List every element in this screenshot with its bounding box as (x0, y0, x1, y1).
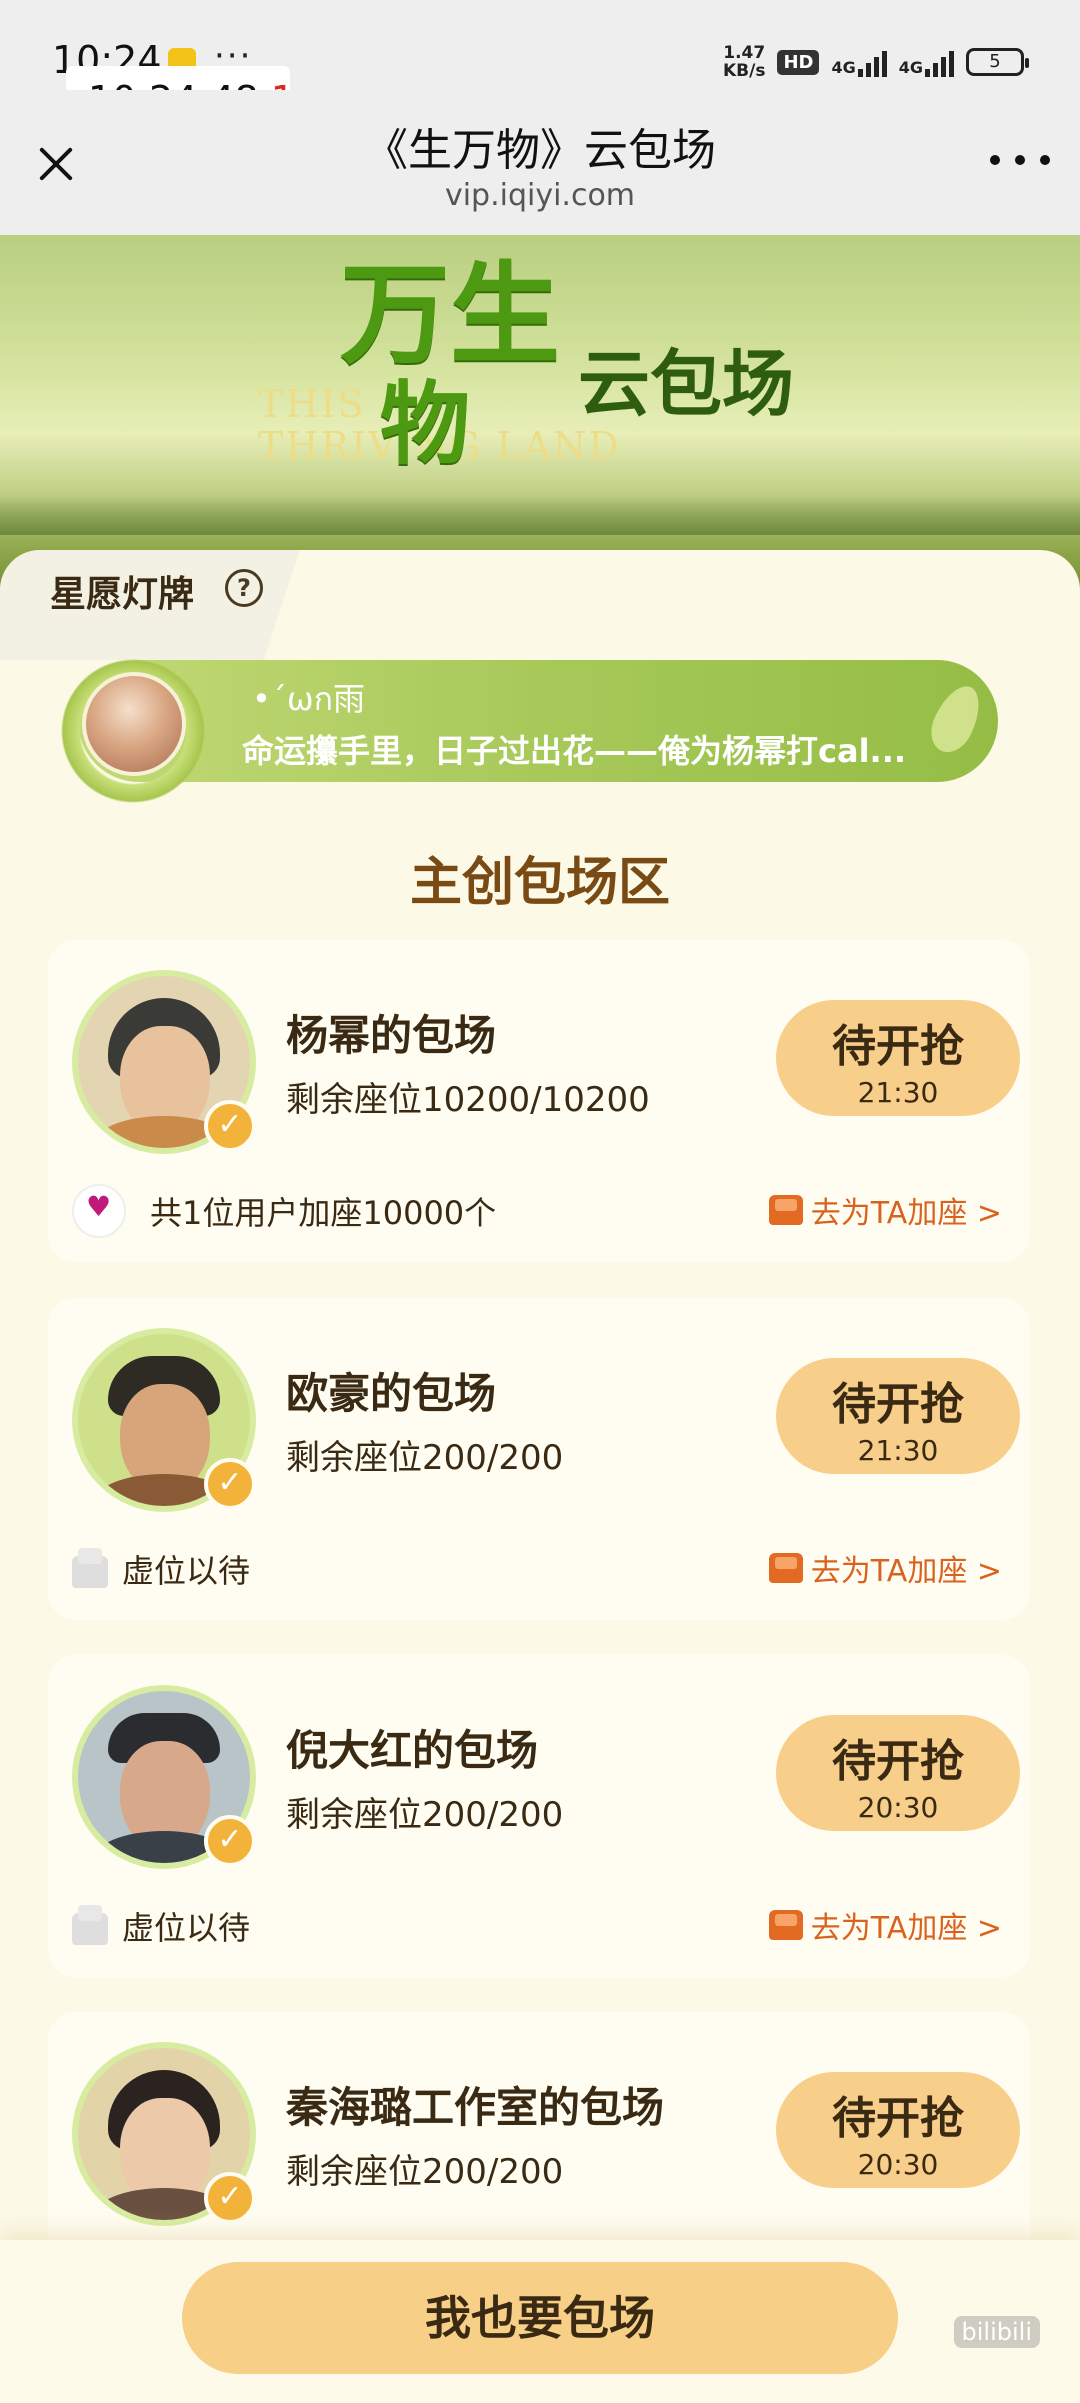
seat-icon (768, 1553, 803, 1583)
watermark: bilibili (953, 2316, 1040, 2348)
card-seats: 剩余座位200/200 (286, 1438, 564, 1478)
card-footer-text: 虚位以待 (122, 1552, 251, 1590)
grab-label: 待开抢 (832, 1736, 964, 1787)
grab-label: 待开抢 (832, 1379, 964, 1430)
status-icons: 1.47 KB/s HD 4G 4G 5 (723, 44, 1029, 80)
verified-badge-icon: ✓ (204, 1458, 256, 1510)
signal-icon-2: 4G (899, 47, 954, 77)
wish-avatar (82, 672, 186, 776)
grab-label: 待开抢 (832, 2093, 964, 2144)
signal-icon: 4G (831, 47, 887, 77)
card-seats: 剩余座位10200/10200 (286, 1080, 650, 1120)
add-seat-link[interactable]: 去为TA加座 > (768, 1188, 1002, 1232)
card-title: 杨幂的包场 (286, 1011, 497, 1060)
add-seat-link[interactable]: 去为TA加座 > (768, 1903, 1002, 1947)
more-menu-icon[interactable] (990, 150, 1050, 170)
card-footer-text: 共1位用户加座10000个 (150, 1194, 497, 1232)
banner-field (0, 495, 1080, 535)
sponsor-logo-icon (72, 1184, 126, 1238)
page-title: 《生万物》云包场 (364, 125, 716, 176)
grab-label: 待开抢 (832, 1021, 964, 1072)
grab-button[interactable]: 待开抢 21:30 (776, 1000, 1020, 1116)
signal-label-2: 4G (898, 58, 923, 77)
add-seat-label: 去为TA加座 > (810, 1554, 1002, 1589)
card-seats: 剩余座位200/200 (286, 2152, 564, 2192)
card-title: 欧豪的包场 (286, 1369, 497, 1418)
booking-card: ✓ 欧豪的包场 剩余座位200/200 待开抢 21:30 虚位以待 去为TA加… (48, 1298, 1030, 1620)
help-icon[interactable]: ? (225, 569, 263, 607)
banner-subtitle: 云包场 (578, 342, 795, 426)
card-title: 秦海璐工作室的包场 (286, 2083, 665, 2132)
signal-label-1: 4G (831, 58, 856, 77)
add-seat-label: 去为TA加座 > (810, 1911, 1002, 1946)
card-title: 倪大红的包场 (286, 1726, 539, 1775)
banner-logo-line1: 万生 (340, 251, 560, 379)
card-seats: 剩余座位200/200 (286, 1795, 564, 1835)
browser-header: 《生万物》云包场 vip.iqiyi.com (0, 90, 1080, 235)
booking-card: ✓ 杨幂的包场 剩余座位10200/10200 待开抢 21:30 共1位用户加… (48, 940, 1030, 1262)
seat-icon (768, 1195, 803, 1225)
battery-icon: 5 (966, 48, 1029, 76)
grab-time: 20:30 (857, 1791, 939, 1824)
net-speed-unit: KB/s (722, 61, 766, 81)
grab-time: 21:30 (857, 1076, 939, 1109)
verified-badge-icon: ✓ (204, 1815, 256, 1867)
add-seat-link[interactable]: 去为TA加座 > (768, 1546, 1002, 1590)
wish-tab-title: 星愿灯牌 (50, 574, 195, 615)
wish-username: •´ωก雨 (252, 680, 366, 718)
seat-icon (768, 1910, 803, 1940)
create-booking-button[interactable]: 我也要包场 (182, 2262, 898, 2374)
section-title: 主创包场区 (409, 853, 670, 913)
empty-seat-icon (72, 1542, 126, 1596)
wish-message: 命运攥手里，日子过出花——俺为杨幂打cal... (242, 732, 907, 770)
page-url: vip.iqiyi.com (444, 178, 636, 213)
booking-card: ✓ 倪大红的包场 剩余座位200/200 待开抢 20:30 虚位以待 去为TA… (48, 1655, 1030, 1977)
grab-time: 21:30 (857, 1434, 939, 1467)
signal-bars-icon-2 (925, 47, 954, 77)
add-seat-label: 去为TA加座 > (810, 1196, 1002, 1231)
grab-time: 20:30 (857, 2148, 939, 2181)
hero-banner: THIS THRIVING LAND 万生 物 云包场 (0, 235, 1080, 595)
grab-button[interactable]: 待开抢 21:30 (776, 1358, 1020, 1474)
verified-badge-icon: ✓ (204, 2172, 256, 2224)
card-footer-text: 虚位以待 (122, 1909, 251, 1947)
hd-icon: HD (777, 49, 820, 75)
banner-logo: 万生 物 (340, 255, 560, 477)
grab-button[interactable]: 待开抢 20:30 (776, 1715, 1020, 1831)
banner-logo-line2: 物 (380, 372, 470, 477)
empty-seat-icon (72, 1899, 126, 1953)
grab-button[interactable]: 待开抢 20:30 (776, 2072, 1020, 2188)
net-speed: 1.47 KB/s (723, 44, 765, 80)
signal-bars-icon (857, 47, 887, 77)
verified-badge-icon: ✓ (204, 1100, 256, 1152)
net-speed-value: 1.47 (723, 43, 766, 63)
